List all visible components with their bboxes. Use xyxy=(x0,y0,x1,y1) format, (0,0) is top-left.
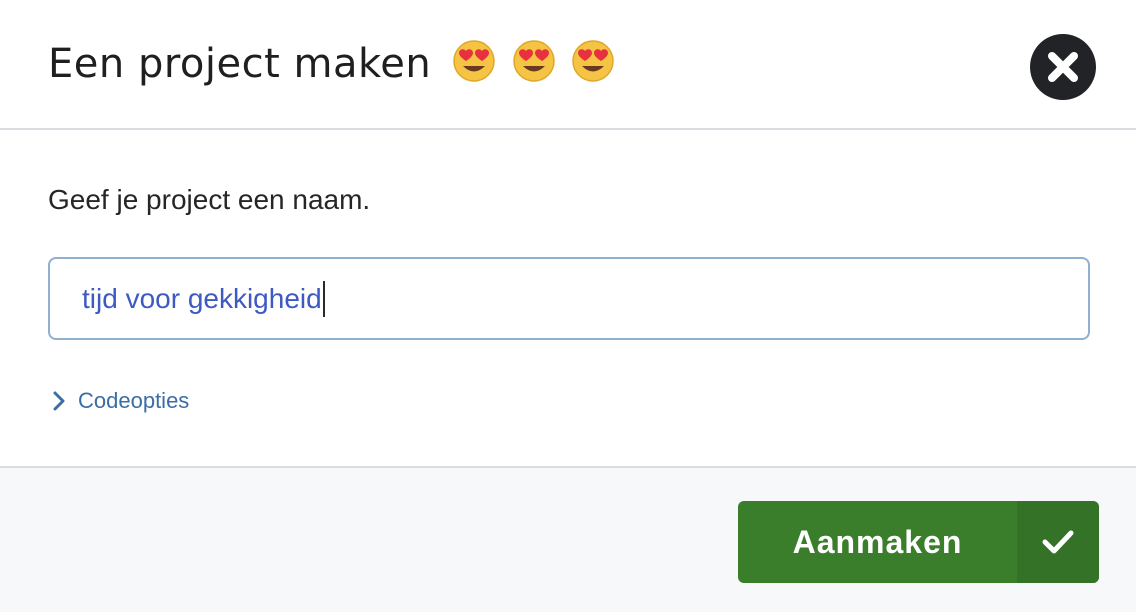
chevron-right-icon xyxy=(53,391,65,411)
dialog-footer: Aanmaken xyxy=(0,466,1136,612)
heart-eyes-emoji-icon xyxy=(512,40,555,82)
name-prompt: Geef je project een naam. xyxy=(48,184,371,215)
heart-eyes-emoji-icon xyxy=(453,40,496,82)
title-emojis xyxy=(452,39,616,96)
dialog-header: Een project maken xyxy=(0,0,1136,130)
code-options-toggle[interactable]: Codeopties xyxy=(52,385,189,417)
create-button[interactable]: Aanmaken xyxy=(738,501,1099,583)
create-button-label: Aanmaken xyxy=(792,524,963,560)
create-project-dialog: Een project maken Geef je project een na… xyxy=(0,0,1136,612)
dialog-body: Geef je project een naam. tijd voor gekk… xyxy=(0,130,1136,466)
project-name-input[interactable]: tijd voor gekkigheid xyxy=(48,257,1090,340)
close-icon xyxy=(1048,52,1078,82)
dialog-title-text: Een project maken xyxy=(48,41,432,87)
code-options-label: Codeopties xyxy=(78,388,190,413)
close-button[interactable] xyxy=(1030,34,1096,100)
dialog-title: Een project maken xyxy=(48,38,617,96)
create-button-icon-area xyxy=(1017,501,1099,583)
project-name-value: tijd voor gekkigheid xyxy=(82,281,325,317)
heart-eyes-emoji-icon xyxy=(572,40,614,82)
checkmark-icon xyxy=(1042,530,1074,554)
